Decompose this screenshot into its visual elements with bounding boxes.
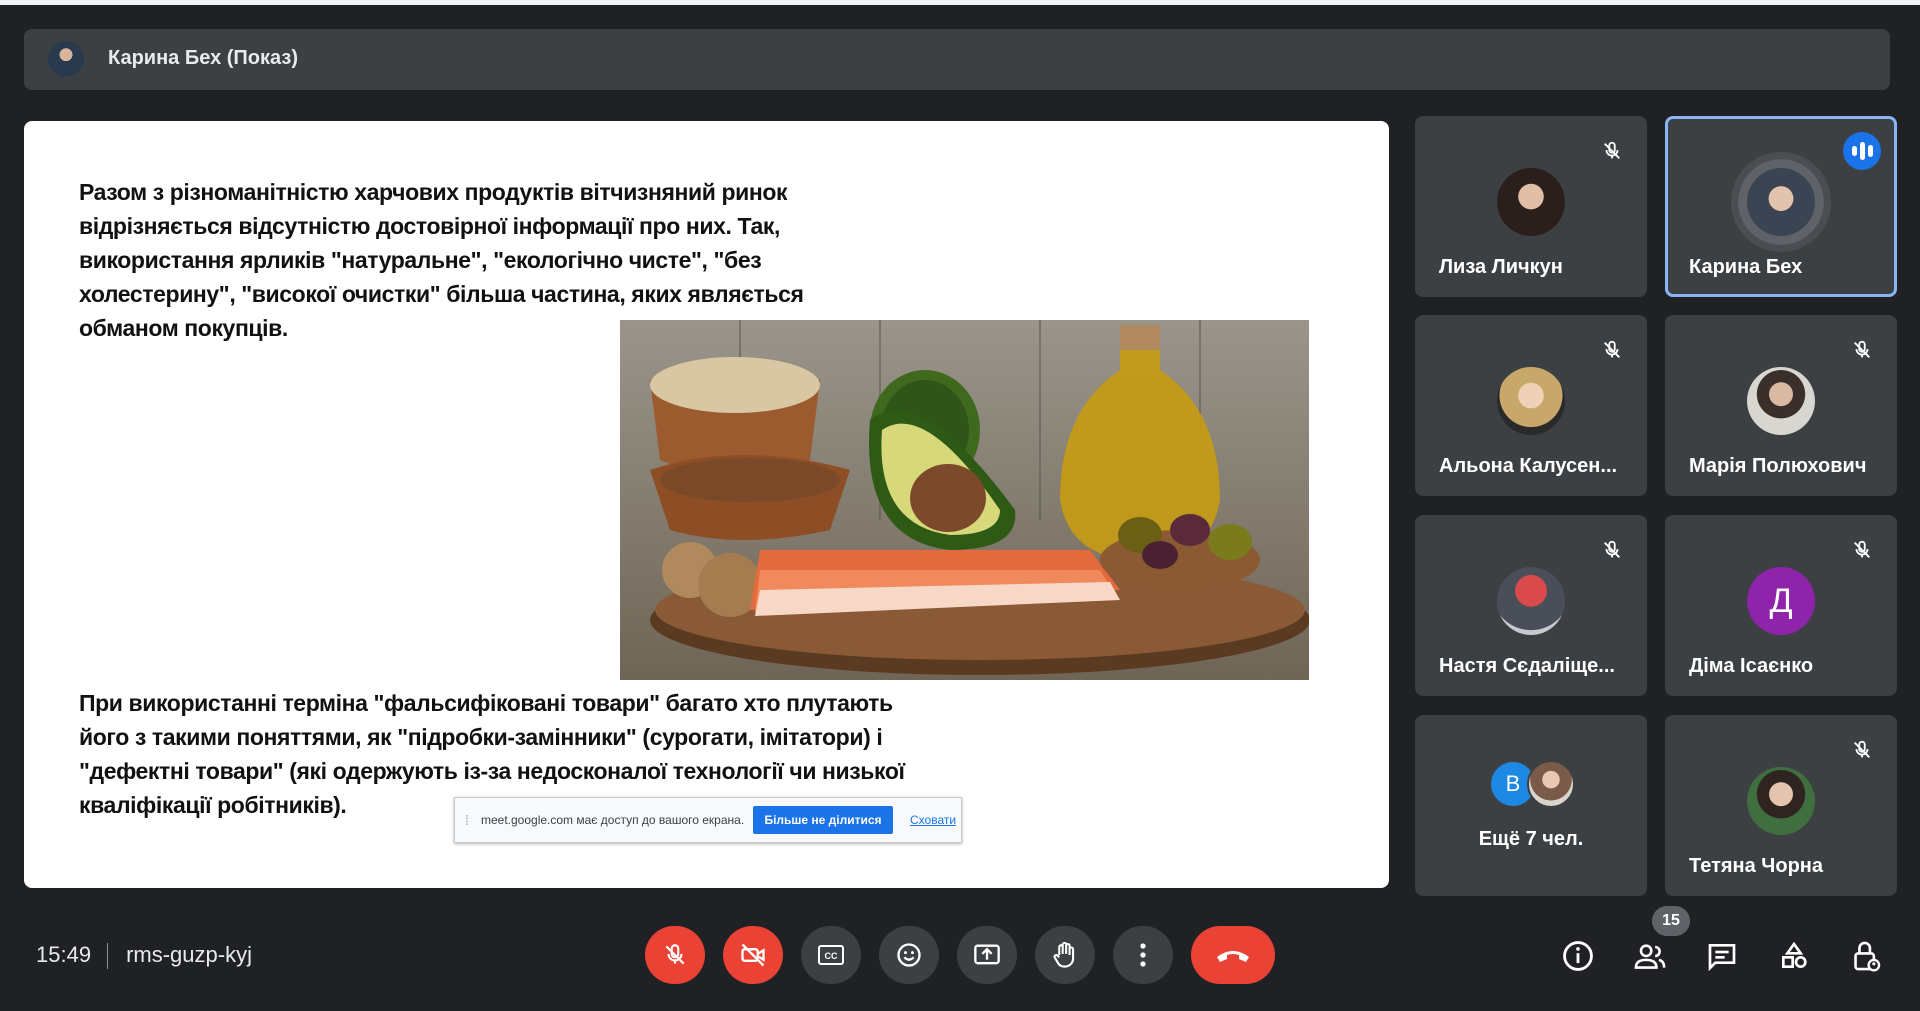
- avatar: [1747, 767, 1815, 835]
- clock: 15:49: [36, 942, 92, 967]
- avatar: [1497, 567, 1565, 635]
- people-icon: [1634, 944, 1666, 969]
- participant-tile[interactable]: Лиза Личкун: [1415, 116, 1647, 297]
- participant-tile[interactable]: Настя Сєдаліще...: [1415, 515, 1647, 696]
- healthy-food-photo: [620, 320, 1309, 680]
- meeting-details-button[interactable]: [1554, 932, 1602, 980]
- camera-off-icon: [741, 943, 765, 967]
- host-controls-button[interactable]: [1842, 932, 1890, 980]
- mic-off-icon: [1847, 735, 1877, 765]
- participant-name: Марія Полюхович: [1689, 455, 1867, 477]
- more-vert-icon: [1140, 943, 1146, 967]
- food-illustration: [620, 320, 1309, 680]
- svg-text:CC: CC: [825, 951, 838, 961]
- avatar: [1497, 168, 1565, 236]
- captions-icon: CC: [818, 945, 844, 965]
- mic-off-icon: [1847, 535, 1877, 565]
- more-options-button[interactable]: [1113, 926, 1173, 984]
- mic-off-icon: [665, 944, 685, 965]
- participant-name: Карина Бех: [1689, 256, 1803, 278]
- hide-link[interactable]: Сховати: [910, 813, 956, 827]
- participant-name: Альона Калусен...: [1439, 455, 1618, 477]
- letter-avatar: Д: [1747, 567, 1815, 635]
- participants-button[interactable]: [1626, 932, 1674, 980]
- emoji-icon: [897, 943, 921, 967]
- participant-tile[interactable]: Марія Полюхович: [1665, 315, 1897, 496]
- participant-tile-active[interactable]: Карина Бех: [1665, 116, 1897, 297]
- drag-handle-icon[interactable]: ⁞: [465, 812, 469, 828]
- more-participants-label: Ещё 7 чел.: [1478, 828, 1584, 850]
- raise-hand-button[interactable]: [1035, 926, 1095, 984]
- avatar: [1747, 367, 1815, 435]
- participant-tile[interactable]: Тетяна Чорна: [1665, 715, 1897, 896]
- present-screen-button[interactable]: [957, 926, 1017, 984]
- divider: [107, 943, 109, 970]
- captions-button[interactable]: CC: [801, 926, 861, 984]
- camera-off-button[interactable]: [723, 926, 783, 984]
- chat-button[interactable]: [1698, 932, 1746, 980]
- participant-tile[interactable]: Альона Калусен...: [1415, 315, 1647, 496]
- mic-off-icon: [1847, 335, 1877, 365]
- presenter-name: Карина Бех (Показ): [108, 47, 298, 69]
- mic-off-icon: [1597, 335, 1627, 365]
- speaking-indicator-icon: [1843, 132, 1881, 170]
- avatar: [1747, 168, 1815, 236]
- presenter-avatar: [48, 41, 84, 77]
- screen-share-notification: ⁞ meet.google.com має доступ до вашого е…: [454, 797, 962, 843]
- leave-call-button[interactable]: [1191, 926, 1275, 984]
- lock-person-icon: [1854, 941, 1881, 972]
- hang-up-icon: [1217, 951, 1249, 962]
- participant-tile[interactable]: Д Діма Ісаєнко: [1665, 515, 1897, 696]
- participant-name: Лиза Личкун: [1439, 256, 1563, 278]
- hand-icon: [1053, 941, 1075, 968]
- present-icon: [974, 944, 1000, 965]
- presenter-bar: Карина Бех (Показ): [24, 29, 1890, 90]
- info-icon: [1563, 941, 1593, 971]
- share-message: meet.google.com має доступ до вашого екр…: [481, 813, 745, 827]
- microphone-off-button[interactable]: [645, 926, 705, 984]
- participant-name: Діма Ісаєнко: [1689, 655, 1814, 677]
- meeting-code[interactable]: rms-guzp-kyj: [126, 942, 252, 967]
- activities-icon: [1782, 941, 1807, 968]
- mic-off-icon: [1597, 535, 1627, 565]
- chat-icon: [1708, 944, 1736, 971]
- activities-button[interactable]: [1770, 932, 1818, 980]
- participant-name: Тетяна Чорна: [1689, 855, 1823, 877]
- reactions-button[interactable]: [879, 926, 939, 984]
- avatar: [1497, 367, 1565, 435]
- avatar: [1527, 760, 1575, 808]
- more-participants-tile[interactable]: B Ещё 7 чел.: [1415, 715, 1647, 896]
- participant-name: Настя Сєдаліще...: [1439, 655, 1615, 677]
- stop-sharing-button[interactable]: Більше не ділитися: [753, 806, 893, 834]
- meeting-info: 15:49 rms-guzp-kyj: [36, 942, 252, 970]
- window-top-edge: [0, 0, 1920, 5]
- mic-off-icon: [1597, 136, 1627, 166]
- shared-screen-slide: Разом з різноманітністю харчових продукт…: [24, 121, 1389, 888]
